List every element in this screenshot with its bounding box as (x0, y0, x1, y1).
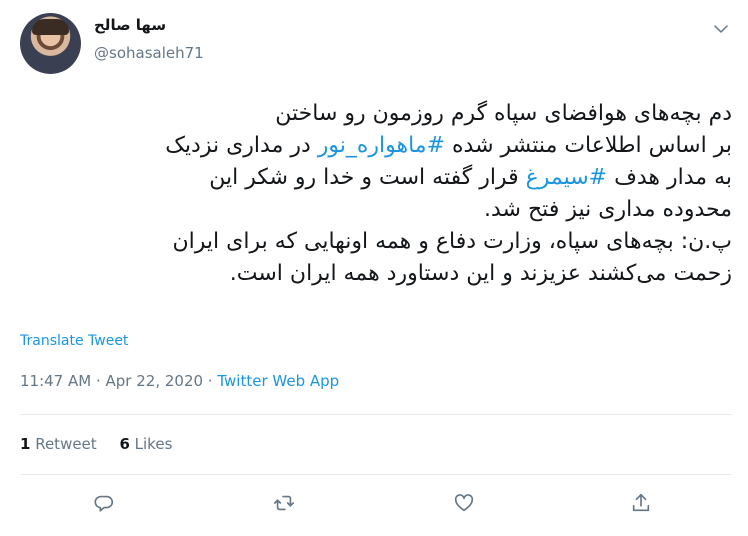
author-display-name[interactable]: سها صالح (94, 16, 166, 34)
likes-label: Likes (129, 435, 173, 453)
tweet-text-line: محدوده مداری نیز فتح شد. (20, 194, 732, 226)
tweet-text-line: بر اساس اطلاعات منتشر شده #ماهواره_نور د… (20, 130, 732, 162)
author-handle[interactable]: @sohasaleh71 (94, 44, 204, 62)
source-app[interactable]: Twitter Web App (217, 372, 339, 390)
tweet-text-segment: قرار گفته است و خدا رو شکر این (209, 165, 526, 190)
tweet-text-segment: به مدار هدف (607, 165, 732, 190)
divider (20, 414, 732, 415)
hashtag-link[interactable]: #سیمرغ (526, 165, 608, 190)
retweets-label: Retweet (30, 435, 97, 453)
translate-tweet-link[interactable]: Translate Tweet (20, 333, 128, 349)
tweet-date[interactable]: Apr 22, 2020 (106, 372, 204, 390)
tweet-text-segment: محدوده مداری نیز فتح شد. (484, 197, 732, 222)
retweets-count: 1 (20, 435, 31, 453)
likes-stat[interactable]: 6 Likes (119, 435, 172, 453)
tweet-text-line: زحمت می‌کشند عزیزند و این دستاورد همه ای… (20, 258, 732, 290)
retweets-stat[interactable]: 1 Retweet (20, 435, 97, 453)
tweet-text-line: پ.ن: بچه‌های سپاه، وزارت دفاع و همه اونه… (20, 226, 733, 258)
tweet-stats: 1 Retweet 6 Likes (20, 435, 190, 453)
likes-count: 6 (119, 435, 130, 453)
hashtag-link[interactable]: #ماهواره_نور (318, 133, 445, 158)
tweet-text-line: به مدار هدف #سیمرغ قرار گفته است و خدا ر… (20, 162, 732, 194)
meta-separator: · (91, 372, 106, 390)
chevron-down-icon[interactable] (712, 20, 730, 38)
divider (20, 474, 732, 475)
tweet-text-segment: بر اساس اطلاعات منتشر شده (445, 133, 732, 158)
tweet-text-segment: دم بچه‌های هوافضای سپاه گرم روزمون رو سا… (275, 101, 732, 126)
tweet-text-segment: زحمت می‌کشند عزیزند و این دستاورد همه ای… (229, 261, 732, 286)
tweet-text-line: دم بچه‌های هوافضای سپاه گرم روزمون رو سا… (20, 98, 732, 130)
share-icon[interactable] (630, 492, 656, 518)
tweet-metadata: 11:47 AM · Apr 22, 2020 · Twitter Web Ap… (20, 372, 339, 390)
tweet-text-segment: در مداری نزدیک (165, 133, 318, 158)
reply-icon[interactable] (93, 492, 119, 518)
meta-separator: · (203, 372, 218, 390)
tweet-text: دم بچه‌های هوافضای سپاه گرم روزمون رو سا… (20, 98, 732, 290)
tweet-actions (0, 492, 748, 520)
tweet-text-segment: پ.ن: بچه‌های سپاه، وزارت دفاع و همه اونه… (172, 229, 733, 254)
tweet-time[interactable]: 11:47 AM (20, 372, 91, 390)
retweet-icon[interactable] (273, 492, 299, 518)
avatar[interactable] (20, 13, 81, 74)
heart-icon[interactable] (453, 492, 479, 518)
